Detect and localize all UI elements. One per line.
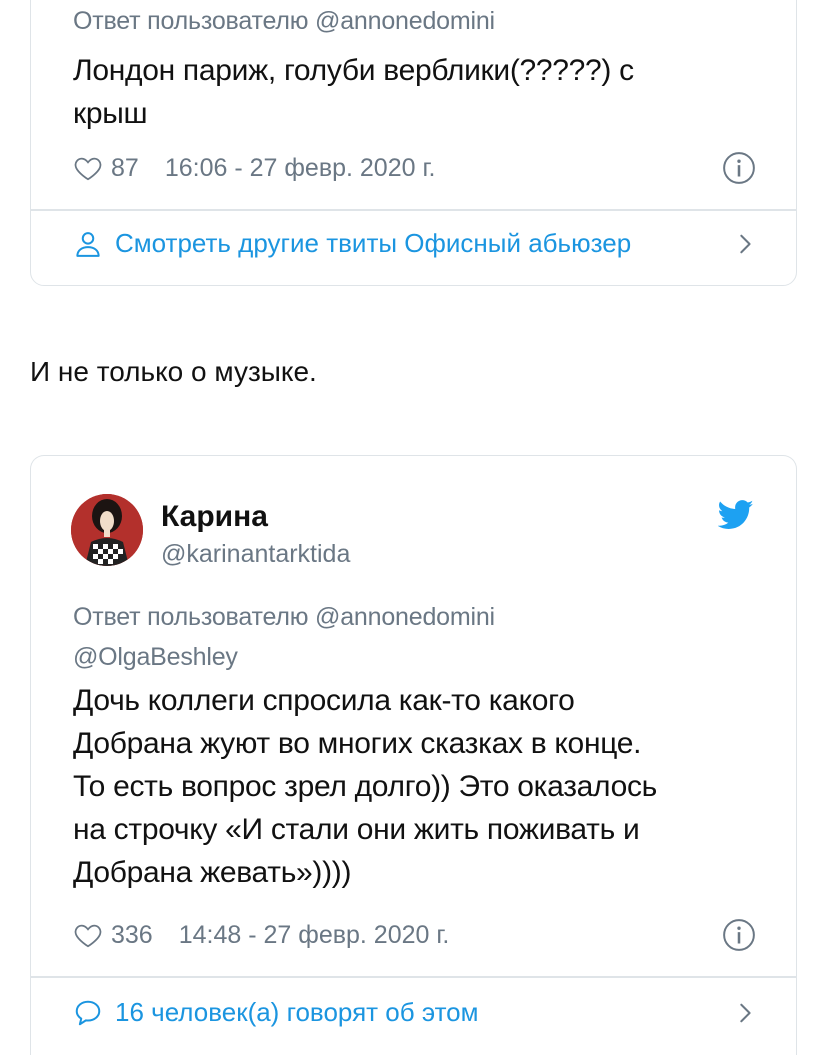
speech-bubble-icon bbox=[75, 1000, 101, 1025]
twitter-bird-icon[interactable] bbox=[718, 500, 754, 530]
reply-to-line[interactable]: Ответ пользователю @annonedomini @OlgaBe… bbox=[73, 597, 495, 677]
tweet-text-line: Добрана жевать»)))) bbox=[73, 856, 352, 889]
tweet-text-line: Дочь коллеги спросила как-то какого bbox=[73, 684, 575, 717]
like-count: 87 bbox=[111, 153, 139, 182]
tweet-text-line: Добрана жуют во многих сказках в конце. bbox=[73, 727, 642, 760]
tweet-text: Дочь коллеги спросила как-то какого Добр… bbox=[73, 679, 657, 894]
more-tweets-link[interactable]: Смотреть другие твиты Офисный абьюзер bbox=[73, 228, 756, 259]
tweet-timestamp[interactable]: 16:06 - 27 февр. 2020 г. bbox=[165, 154, 436, 183]
reply-to-line[interactable]: Ответ пользователю @annonedomini bbox=[73, 7, 495, 36]
reply-to-text: Ответ пользователю @annonedomini bbox=[73, 603, 495, 631]
divider bbox=[31, 976, 796, 978]
person-icon bbox=[76, 231, 100, 257]
embedded-tweet-card: Ответ пользователю @annonedomini Лондон … bbox=[30, 0, 797, 286]
conversation-label: 16 человек(а) говорят об этом bbox=[115, 997, 479, 1027]
tweet-text-line: Лондон париж, голуби верблики(?????) с bbox=[73, 54, 634, 87]
avatar[interactable] bbox=[71, 494, 143, 566]
tweet-timestamp[interactable]: 14:48 - 27 февр. 2020 г. bbox=[179, 921, 450, 950]
info-icon[interactable] bbox=[722, 151, 756, 185]
article-paragraph: И не только о музыке. bbox=[30, 356, 317, 387]
chevron-right-icon bbox=[740, 234, 751, 253]
user-handle[interactable]: @karinantarktida bbox=[161, 540, 350, 569]
chevron-right-icon bbox=[740, 1003, 751, 1022]
display-name[interactable]: Карина bbox=[161, 500, 268, 534]
tweet-text: Лондон париж, голуби верблики(?????) с к… bbox=[73, 49, 634, 135]
tweet-text-line: То есть вопрос зрел долго)) Это оказалос… bbox=[73, 770, 658, 803]
info-icon[interactable] bbox=[722, 918, 756, 952]
embedded-tweet-card: Карина @karinantarktida Ответ пользовате… bbox=[30, 455, 797, 1055]
like-count: 336 bbox=[111, 920, 153, 949]
divider bbox=[31, 209, 796, 211]
tweet-text-line: на строчку «И стали они жить поживать и bbox=[73, 813, 640, 846]
conversation-link[interactable]: 16 человек(а) говорят об этом bbox=[73, 997, 756, 1028]
tweet-meta: 336 14:48 - 27 февр. 2020 г. bbox=[73, 920, 449, 950]
reply-to-handle: @OlgaBeshley bbox=[73, 643, 238, 671]
tweet-text-line: крыш bbox=[73, 97, 148, 130]
avatar-image bbox=[71, 494, 143, 566]
more-tweets-label: Смотреть другие твиты Офисный абьюзер bbox=[115, 228, 632, 258]
heart-icon[interactable] bbox=[73, 920, 103, 950]
tweet-meta: 87 16:06 - 27 февр. 2020 г. bbox=[73, 153, 435, 183]
heart-icon[interactable] bbox=[73, 153, 103, 183]
